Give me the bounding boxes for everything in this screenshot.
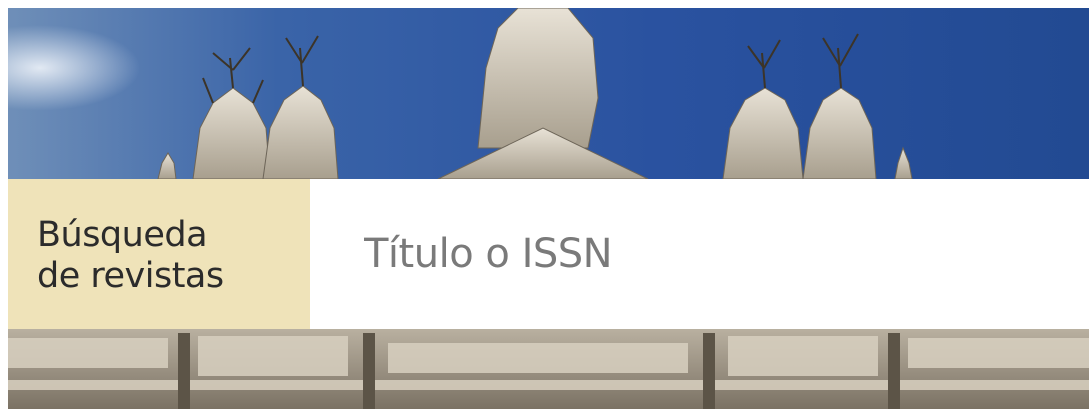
journal-search-banner: Búsqueda de revistas bbox=[8, 8, 1089, 409]
search-label-line1: Búsqueda bbox=[37, 215, 208, 255]
search-label-line2: de revistas bbox=[37, 256, 224, 296]
search-label-panel: Búsqueda de revistas bbox=[8, 179, 310, 329]
journal-search-input[interactable] bbox=[310, 179, 1089, 329]
